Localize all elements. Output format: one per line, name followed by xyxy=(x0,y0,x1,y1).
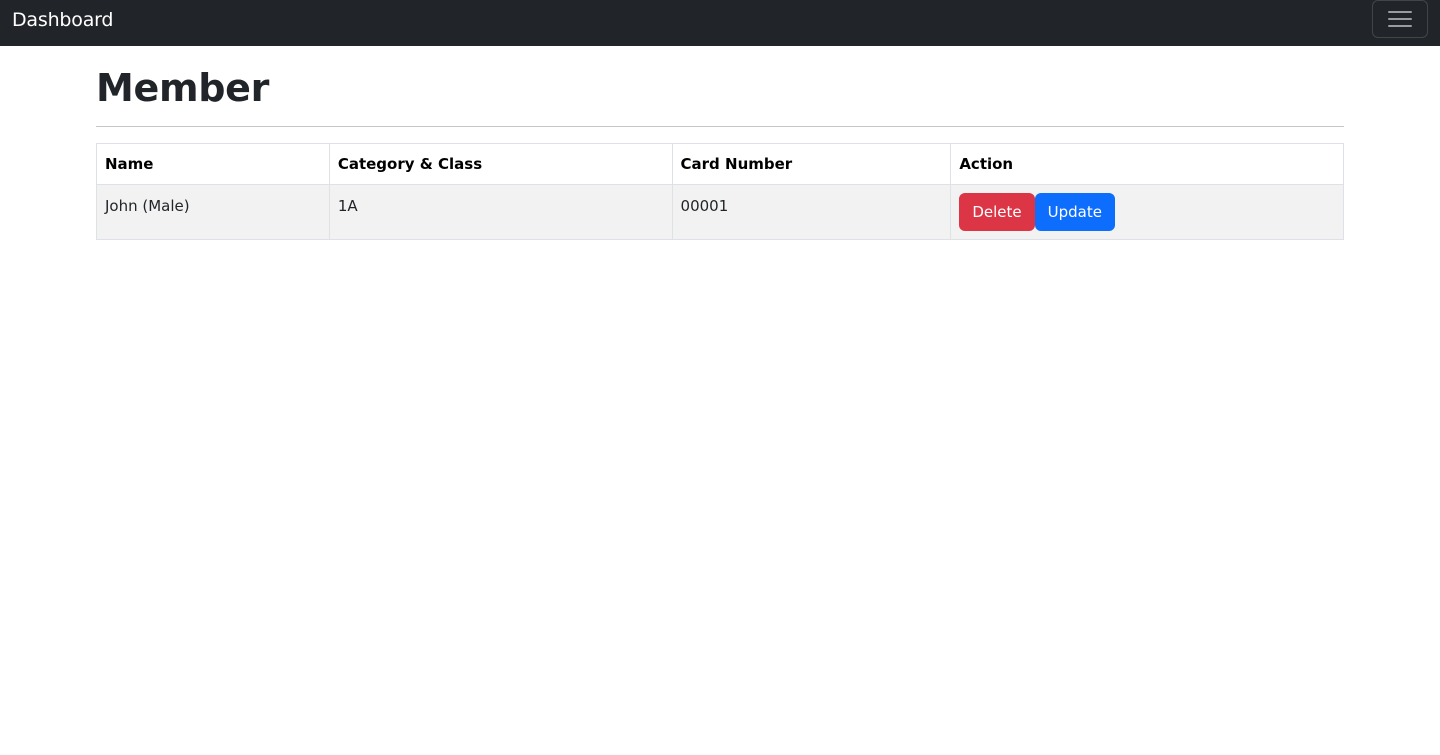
delete-button[interactable]: Delete xyxy=(959,193,1035,231)
members-table: Name Category & Class Card Number Action… xyxy=(96,143,1344,240)
column-header-category-class: Category & Class xyxy=(328,143,673,185)
column-header-action: Action xyxy=(950,143,1344,185)
update-button[interactable]: Update xyxy=(1034,193,1115,231)
column-header-name: Name xyxy=(96,143,330,185)
page-title: Member xyxy=(96,66,270,110)
navbar-brand[interactable]: Dashboard xyxy=(12,8,113,32)
hamburger-menu-icon xyxy=(1388,9,1412,29)
navbar-toggler-button[interactable] xyxy=(1372,0,1428,38)
cell-name: John (Male) xyxy=(96,184,330,240)
table-header-row: Name Category & Class Card Number Action xyxy=(96,143,1344,185)
cell-card-number: 00001 xyxy=(671,184,952,240)
top-navbar: Dashboard xyxy=(0,0,1440,46)
table-row: John (Male) 1A 00001 Delete Update xyxy=(96,184,1344,240)
cell-actions: Delete Update xyxy=(950,184,1344,240)
title-divider xyxy=(96,126,1344,127)
column-header-card-number: Card Number xyxy=(671,143,952,185)
cell-category-class: 1A xyxy=(328,184,673,240)
